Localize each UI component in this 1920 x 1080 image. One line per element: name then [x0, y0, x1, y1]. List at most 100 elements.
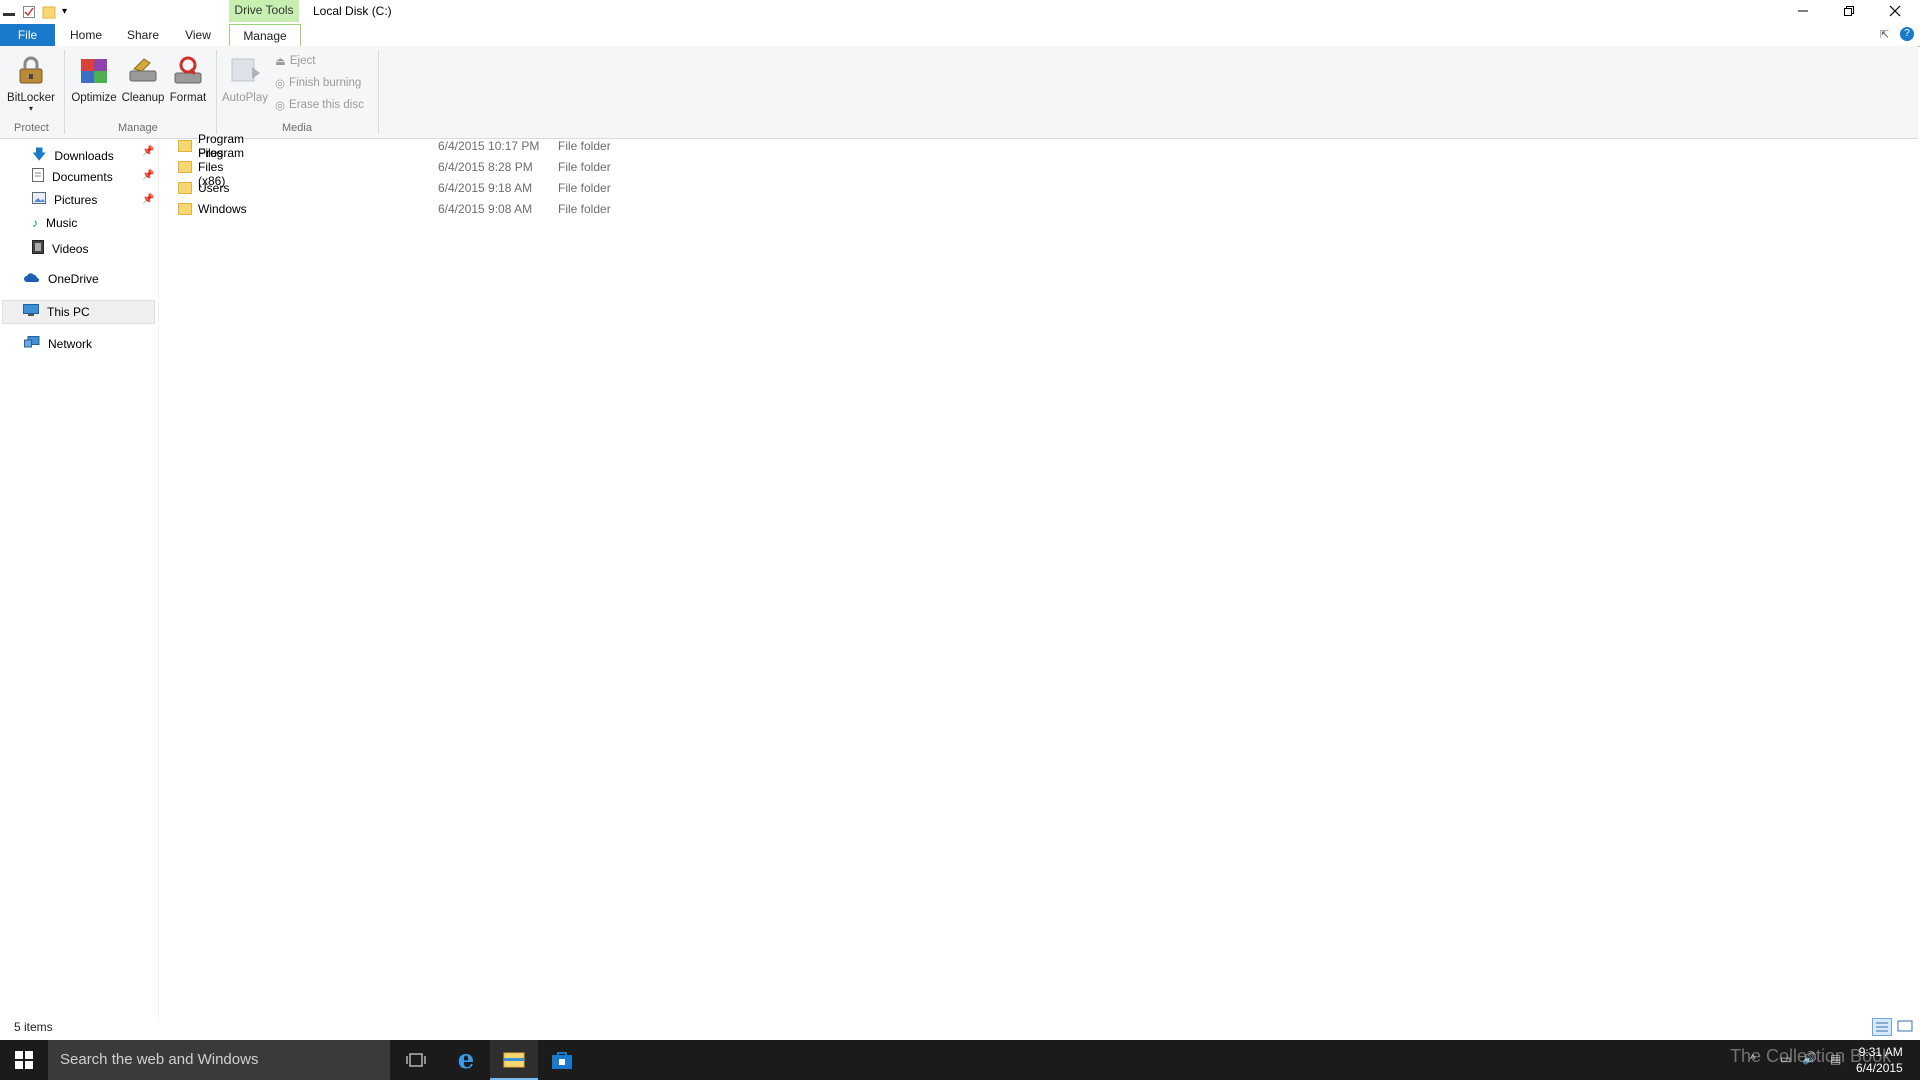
format-icon	[170, 52, 206, 88]
details-view-button[interactable]	[1872, 1018, 1892, 1036]
optimize-button[interactable]: Optimize	[70, 52, 118, 104]
help-icon[interactable]: ?	[1900, 27, 1914, 41]
file-type: File folder	[558, 202, 611, 216]
optimize-label: Optimize	[71, 92, 117, 104]
clock-time: 9:31 AM	[1858, 1045, 1903, 1059]
quick-access-toolbar: ▾	[2, 2, 76, 22]
details-view-icon	[1876, 1022, 1888, 1032]
properties-icon[interactable]	[2, 5, 16, 19]
notification-icon[interactable]: ▤	[1830, 1052, 1841, 1066]
file-explorer-taskbar-button[interactable]	[490, 1040, 538, 1080]
checklist-icon[interactable]	[22, 5, 36, 19]
cleanup-label: Cleanup	[121, 92, 165, 104]
nav-label: This PC	[47, 305, 90, 319]
cloud-icon	[24, 272, 40, 286]
taskbar-search-box[interactable]: Search the web and Windows	[48, 1040, 390, 1080]
format-button[interactable]: Format	[166, 52, 210, 104]
ribbon-separator	[216, 50, 217, 134]
store-taskbar-button[interactable]	[538, 1040, 586, 1080]
customize-dropdown-icon[interactable]: ▾	[62, 5, 76, 19]
windows-logo-icon	[15, 1051, 33, 1069]
nav-item-pictures[interactable]: Pictures	[32, 192, 97, 207]
tab-file[interactable]: File	[0, 24, 55, 46]
file-type: File folder	[558, 181, 611, 195]
file-type: File folder	[558, 139, 611, 153]
folder-icon	[178, 203, 192, 215]
nav-label: Downloads	[54, 149, 114, 163]
nav-item-downloads[interactable]: 🡇 Downloads	[32, 144, 114, 168]
file-date: 6/4/2015 9:18 AM	[438, 181, 533, 195]
pictures-icon	[32, 192, 46, 207]
clock-date: 6/4/2015	[1856, 1061, 1903, 1075]
tab-share[interactable]: Share	[122, 24, 164, 46]
nav-label: Documents	[52, 169, 113, 184]
nav-label: Music	[46, 216, 78, 230]
tray-clock[interactable]: 9:31 AM 6/4/2015	[1856, 1044, 1903, 1076]
edge-browser-button[interactable]: e	[442, 1040, 490, 1080]
nav-item-videos[interactable]: Videos	[32, 240, 88, 257]
nav-item-thispc[interactable]: This PC	[2, 300, 155, 324]
ribbon-separator	[64, 50, 65, 134]
close-icon	[1889, 5, 1901, 17]
store-icon	[552, 1052, 572, 1069]
eject-button[interactable]: ⏏ Eject	[275, 54, 315, 68]
format-label: Format	[169, 92, 207, 104]
folder-icon	[178, 140, 192, 152]
task-view-icon	[406, 1053, 426, 1067]
navigation-pane: 🡇 Downloads 📌 Documents 📌 Pictures 📌 ♪ M…	[0, 140, 159, 1020]
pin-icon[interactable]: 📌	[142, 146, 154, 157]
tab-home[interactable]: Home	[66, 24, 106, 46]
pin-icon[interactable]: 📌	[142, 170, 154, 181]
document-icon	[32, 168, 44, 185]
new-folder-icon[interactable]	[42, 5, 56, 19]
erase-disc-button[interactable]: ◎ Erase this disc	[275, 98, 364, 112]
file-date: 6/4/2015 9:08 AM	[438, 202, 533, 216]
large-icons-view-button[interactable]	[1896, 1018, 1914, 1036]
nav-item-onedrive[interactable]: OneDrive	[24, 272, 99, 286]
tab-view[interactable]: View	[180, 24, 216, 46]
computer-icon	[23, 304, 39, 320]
eject-label: Eject	[289, 55, 316, 67]
file-date: 6/4/2015 10:17 PM	[438, 139, 540, 153]
nav-item-network[interactable]: Network	[24, 336, 92, 352]
cleanup-icon	[125, 52, 161, 88]
cleanup-button[interactable]: Cleanup	[120, 52, 166, 104]
tray-chevron-icon[interactable]: ^	[1750, 1052, 1756, 1066]
group-label-manage: Manage	[118, 122, 158, 134]
bitlocker-icon	[13, 52, 49, 88]
restore-button[interactable]	[1826, 0, 1872, 22]
close-button[interactable]	[1872, 0, 1918, 22]
finish-burning-button[interactable]: ◎ Finish burning	[275, 76, 361, 90]
network-icon	[24, 336, 40, 352]
pin-icon[interactable]: 📌	[142, 194, 154, 205]
ribbon-separator	[378, 50, 379, 134]
nav-item-documents[interactable]: Documents	[32, 168, 113, 185]
erase-disc-icon: ◎	[275, 100, 286, 112]
autoplay-label: AutoPlay	[221, 92, 269, 104]
folder-icon	[178, 182, 192, 194]
erase-disc-label: Erase this disc	[289, 99, 364, 111]
context-tab-drive-tools: Drive Tools	[229, 0, 299, 22]
music-icon: ♪	[32, 216, 38, 230]
bitlocker-button[interactable]: BitLocker ▾	[6, 52, 56, 113]
nav-label: OneDrive	[48, 272, 99, 286]
nav-label: Videos	[52, 241, 89, 256]
network-tray-icon[interactable]: ▭	[1780, 1052, 1791, 1066]
file-date: 6/4/2015 8:28 PM	[438, 160, 533, 174]
autoplay-icon	[227, 52, 263, 88]
task-view-button[interactable]	[392, 1040, 440, 1080]
finish-burning-label: Finish burning	[289, 77, 362, 89]
file-name: Users	[198, 181, 230, 195]
pin-ribbon-icon[interactable]: ⇱	[1880, 28, 1889, 41]
start-button[interactable]	[0, 1040, 48, 1080]
minimize-icon	[1798, 10, 1808, 12]
minimize-button[interactable]	[1780, 0, 1826, 22]
group-label-media: Media	[282, 122, 312, 134]
file-name: Windows	[198, 202, 247, 216]
autoplay-button[interactable]: AutoPlay	[220, 52, 270, 104]
nav-item-music[interactable]: ♪ Music	[32, 216, 77, 230]
optimize-icon	[76, 52, 112, 88]
volume-icon[interactable]: 🔊	[1802, 1051, 1817, 1065]
window-title: Local Disk (C:)	[313, 4, 392, 18]
tab-manage[interactable]: Manage	[229, 24, 301, 48]
